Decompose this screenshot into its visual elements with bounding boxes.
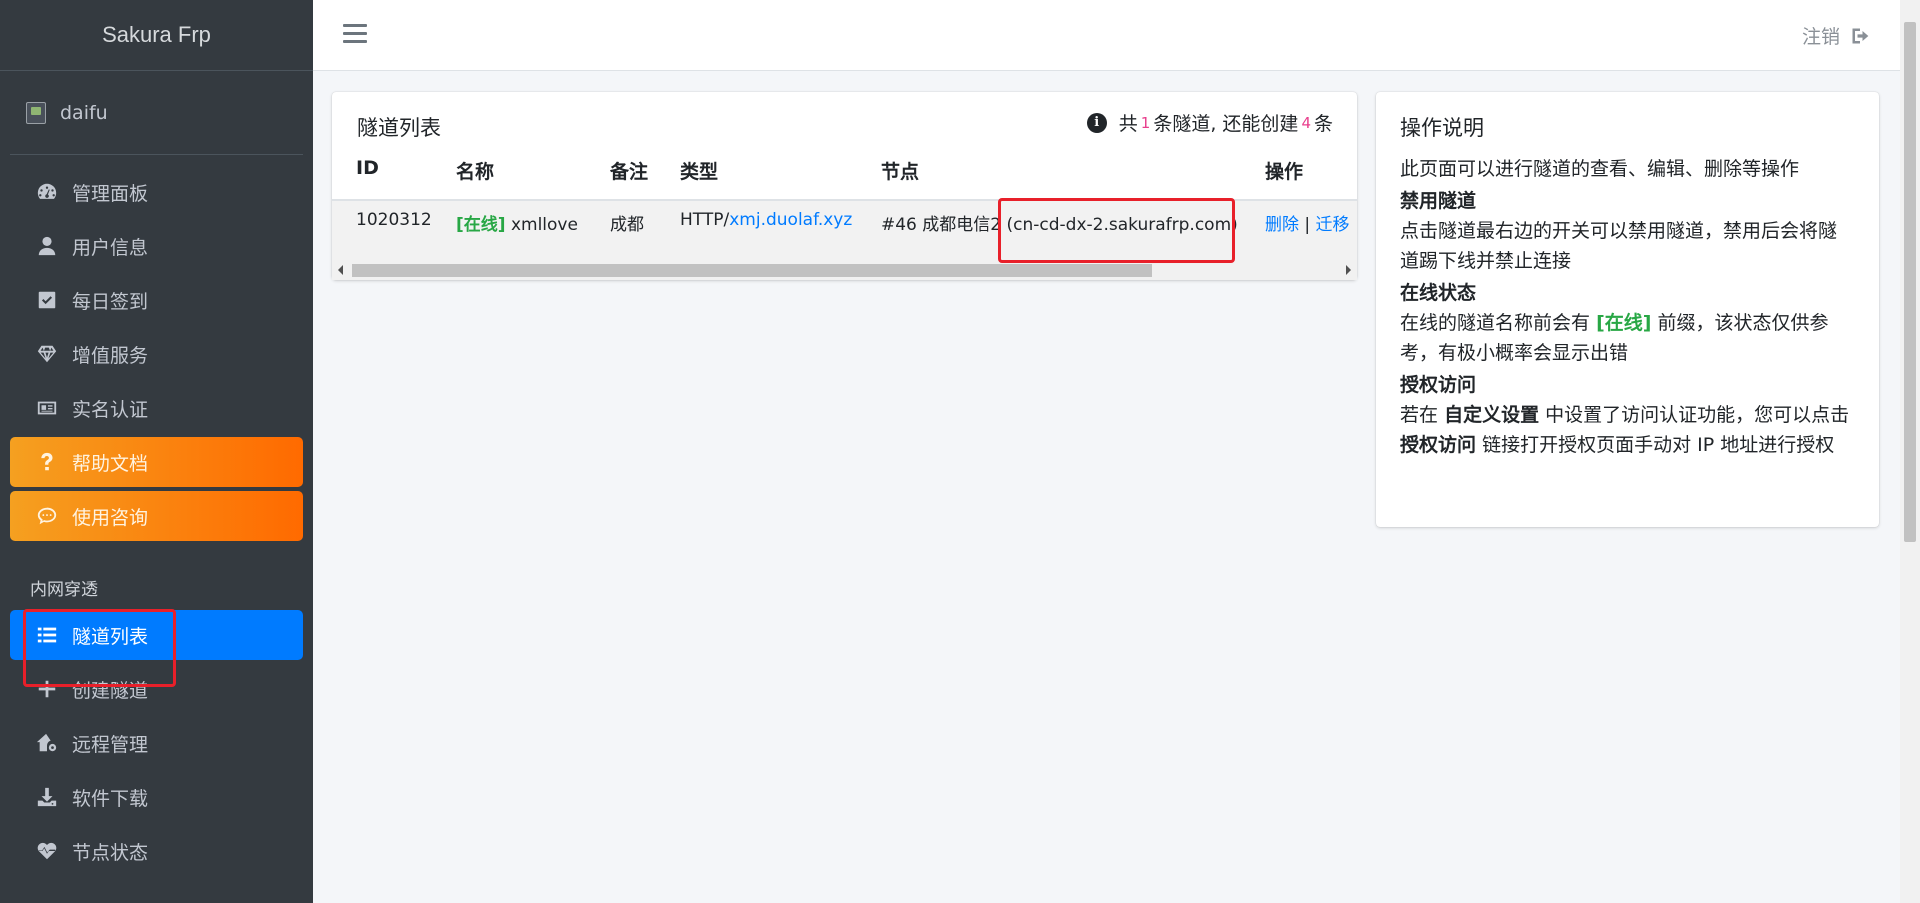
gem-icon xyxy=(34,341,60,367)
sidebar-item-download[interactable]: 软件下载 xyxy=(10,772,303,822)
column-header-type: 类型 xyxy=(680,161,719,183)
cell-note: 成都 xyxy=(610,215,644,235)
node-name: #46 成都电信2 xyxy=(881,215,1002,235)
action-separator: | xyxy=(1304,215,1311,235)
help-section-title: 授权访问 xyxy=(1400,374,1477,396)
help-emphasis: 自定义设置 xyxy=(1444,404,1540,426)
sidebar-nav: 管理面板 用户信息 每日签到 增值服务 实名认证 帮助文档 使用咨询 内网穿透 xyxy=(0,155,313,876)
brand-logo[interactable]: Sakura Frp xyxy=(0,0,313,71)
scroll-left-icon[interactable] xyxy=(338,265,343,275)
help-title: 操作说明 xyxy=(1400,116,1484,140)
cell-id: 1020312 xyxy=(356,210,432,230)
nav-section-header: 内网穿透 xyxy=(30,580,98,600)
id-card-icon xyxy=(34,395,60,421)
logout-button[interactable]: 注销 xyxy=(1802,22,1870,49)
column-header-id: ID xyxy=(356,157,379,179)
sidebar-item-node-status[interactable]: 节点状态 xyxy=(10,826,303,876)
user-name[interactable]: daifu xyxy=(60,102,108,124)
sidebar-item-label: 每日签到 xyxy=(72,290,149,313)
sidebar-item-label: 实名认证 xyxy=(72,398,149,421)
help-section-text: 点击隧道最右边的开关可以禁用隧道，禁用后会将隧道踢下线并禁止连接 xyxy=(1400,220,1838,272)
heartbeat-icon xyxy=(34,838,60,864)
help-card: 操作说明 此页面可以进行隧道的查看、编辑、删除等操作 禁用隧道 点击隧道最右边的… xyxy=(1376,92,1879,527)
help-section-text: 若在 自定义设置 中设置了访问认证功能，您可以点击 授权访问 链接打开授权页面手… xyxy=(1400,400,1855,460)
vertical-scrollbar[interactable] xyxy=(1900,0,1920,903)
remaining-count: 4 xyxy=(1301,113,1311,132)
home-gear-icon xyxy=(34,730,60,756)
user-panel: daifu xyxy=(10,71,303,155)
menu-toggle-icon[interactable] xyxy=(343,24,367,46)
sidebar-item-realname[interactable]: 实名认证 xyxy=(10,383,303,433)
sidebar-item-user-info[interactable]: 用户信息 xyxy=(10,221,303,271)
sidebar-item-remote-manage[interactable]: 远程管理 xyxy=(10,718,303,768)
delete-link[interactable]: 删除 xyxy=(1265,215,1299,235)
info-text: 条 xyxy=(1313,113,1333,135)
info-text: 共 xyxy=(1118,113,1138,135)
annotation-box-tunnel-list xyxy=(23,609,176,687)
column-header-name: 名称 xyxy=(456,161,495,183)
card-title: 隧道列表 xyxy=(357,116,441,140)
comment-icon xyxy=(34,503,60,529)
question-icon xyxy=(34,449,60,475)
sidebar-item-label: 远程管理 xyxy=(72,733,149,756)
sidebar-item-label: 帮助文档 xyxy=(72,452,149,475)
dashboard-icon xyxy=(34,179,60,205)
help-text: 链接打开授权页面手动对 IP 地址进行授权 xyxy=(1482,434,1835,456)
help-section-title: 在线状态 xyxy=(1400,282,1477,304)
cell-name: [在线] xmllove xyxy=(456,210,578,235)
sidebar-item-checkin[interactable]: 每日签到 xyxy=(10,275,303,325)
sidebar-item-label: 软件下载 xyxy=(72,787,149,810)
online-badge: [在线] xyxy=(1596,312,1652,334)
cell-actions: 删除 | 迁移 xyxy=(1265,210,1357,235)
sign-out-icon xyxy=(1852,28,1869,43)
download-icon xyxy=(34,784,60,810)
sidebar-item-label: 节点状态 xyxy=(72,841,149,864)
tunnel-count-info: i 共 1 条隧道, 还能创建 4 条 xyxy=(1086,109,1333,136)
tunnel-count: 1 xyxy=(1140,113,1151,132)
annotation-box-node xyxy=(998,198,1235,263)
scrollbar-thumb[interactable] xyxy=(352,264,1152,277)
migrate-link[interactable]: 迁移 xyxy=(1316,215,1350,235)
type-protocol: HTTP/ xyxy=(680,210,730,230)
info-text: 条隧道, 还能创建 xyxy=(1153,113,1299,135)
sidebar-item-vip[interactable]: 增值服务 xyxy=(10,329,303,379)
sidebar-item-label: 管理面板 xyxy=(72,182,149,205)
info-icon: i xyxy=(1086,112,1107,133)
help-text: 若在 xyxy=(1400,404,1439,426)
sidebar-item-help-docs[interactable]: 帮助文档 xyxy=(10,437,303,487)
logout-label: 注销 xyxy=(1801,26,1840,48)
sidebar-item-label: 使用咨询 xyxy=(72,506,149,529)
sidebar-item-dashboard[interactable]: 管理面板 xyxy=(10,167,303,217)
help-text: 中设置了访问认证功能，您可以点击 xyxy=(1545,404,1850,426)
avatar xyxy=(26,101,46,124)
column-header-note: 备注 xyxy=(610,161,649,183)
sidebar-item-consult[interactable]: 使用咨询 xyxy=(10,491,303,541)
scroll-right-icon[interactable] xyxy=(1346,265,1351,275)
help-section-title: 禁用隧道 xyxy=(1400,190,1477,212)
topbar: 注销 xyxy=(313,0,1900,71)
horizontal-scrollbar[interactable] xyxy=(332,260,1357,280)
help-emphasis: 授权访问 xyxy=(1400,434,1477,456)
tunnel-name: xmllove xyxy=(510,215,578,235)
scrollbar-thumb[interactable] xyxy=(1904,22,1916,542)
domain-link[interactable]: xmj.duolaf.xyz xyxy=(729,210,852,230)
check-square-icon xyxy=(34,287,60,313)
sidebar-item-label: 用户信息 xyxy=(72,236,149,259)
column-header-actions: 操作 xyxy=(1265,161,1304,183)
cell-type: HTTP/xmj.duolaf.xyz xyxy=(680,210,852,230)
user-icon xyxy=(34,233,60,259)
help-section-text: 在线的隧道名称前会有 [在线] 前缀，该状态仅供参考，有极小概率会显示出错 xyxy=(1400,308,1855,368)
help-text: 在线的隧道名称前会有 xyxy=(1400,312,1591,334)
sidebar-item-label: 增值服务 xyxy=(72,344,149,367)
help-intro: 此页面可以进行隧道的查看、编辑、删除等操作 xyxy=(1400,158,1800,180)
column-header-node: 节点 xyxy=(881,161,920,183)
online-badge: [在线] xyxy=(456,215,506,235)
sidebar: Sakura Frp daifu 管理面板 用户信息 每日签到 增值服务 实名认… xyxy=(0,0,313,903)
